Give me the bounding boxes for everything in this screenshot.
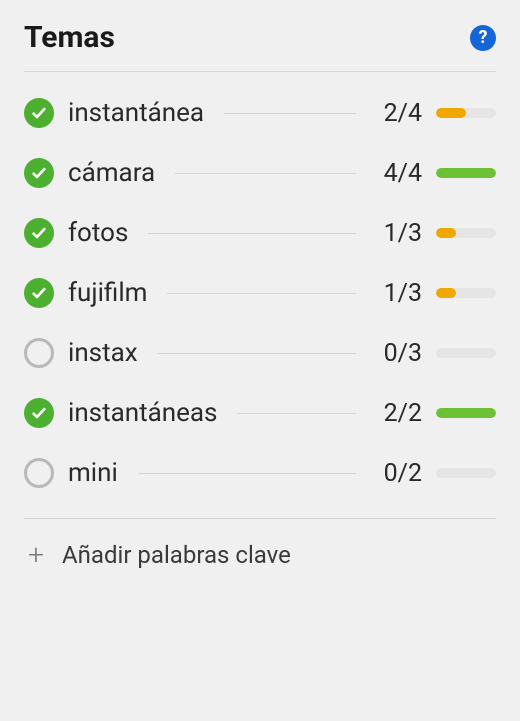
add-keywords-label: Añadir palabras clave	[62, 541, 291, 569]
row-divider	[167, 293, 356, 294]
panel-header: Temas ?	[24, 20, 496, 72]
topic-count: 0/2	[376, 459, 422, 488]
empty-circle-icon[interactable]	[24, 338, 54, 368]
check-circle-icon[interactable]	[24, 398, 54, 428]
add-keywords-button[interactable]: + Añadir palabras clave	[24, 518, 496, 569]
topic-row[interactable]: instax 0/3	[24, 338, 496, 368]
panel-title: Temas	[24, 20, 115, 55]
topic-label: instantánea	[68, 98, 204, 128]
row-divider	[138, 473, 356, 474]
topic-progress-fill	[436, 288, 456, 298]
row-divider	[148, 233, 356, 234]
topic-count: 4/4	[376, 159, 422, 188]
topic-label: instax	[68, 338, 138, 368]
topic-row[interactable]: instantáneas 2/2	[24, 398, 496, 428]
row-divider	[175, 173, 356, 174]
topic-progress-fill	[436, 408, 496, 418]
topic-progress	[436, 288, 496, 298]
row-divider	[237, 413, 356, 414]
topic-progress	[436, 408, 496, 418]
topic-progress-fill	[436, 168, 496, 178]
check-circle-icon[interactable]	[24, 278, 54, 308]
topic-label: instantáneas	[68, 398, 217, 428]
topic-row[interactable]: instantánea 2/4	[24, 98, 496, 128]
plus-icon: +	[24, 541, 48, 569]
topics-panel: Temas ? instantánea2/4cámara4/4fotos1/3f…	[0, 0, 520, 589]
topic-progress	[436, 108, 496, 118]
topic-row[interactable]: cámara 4/4	[24, 158, 496, 188]
topic-count: 1/3	[376, 279, 422, 308]
row-divider	[158, 353, 356, 354]
topic-progress	[436, 468, 496, 478]
topic-row[interactable]: fujifilm 1/3	[24, 278, 496, 308]
empty-circle-icon[interactable]	[24, 458, 54, 488]
topic-count: 0/3	[376, 339, 422, 368]
topic-progress	[436, 348, 496, 358]
topic-progress	[436, 228, 496, 238]
row-divider	[224, 113, 356, 114]
topic-label: cámara	[68, 158, 155, 188]
topics-list: instantánea 2/4 cámara 4/4 fotos 1/3 fujifilm 1…	[24, 98, 496, 488]
topic-label: mini	[68, 458, 118, 488]
check-circle-icon[interactable]	[24, 218, 54, 248]
topic-progress	[436, 168, 496, 178]
topic-label: fujifilm	[68, 278, 147, 308]
help-icon[interactable]: ?	[470, 25, 496, 51]
topic-count: 2/4	[376, 99, 422, 128]
topic-label: fotos	[68, 218, 128, 248]
topic-row[interactable]: mini 0/2	[24, 458, 496, 488]
check-circle-icon[interactable]	[24, 98, 54, 128]
topic-count: 2/2	[376, 399, 422, 428]
topic-count: 1/3	[376, 219, 422, 248]
topic-row[interactable]: fotos 1/3	[24, 218, 496, 248]
topic-progress-fill	[436, 228, 456, 238]
topic-progress-fill	[436, 108, 466, 118]
check-circle-icon[interactable]	[24, 158, 54, 188]
